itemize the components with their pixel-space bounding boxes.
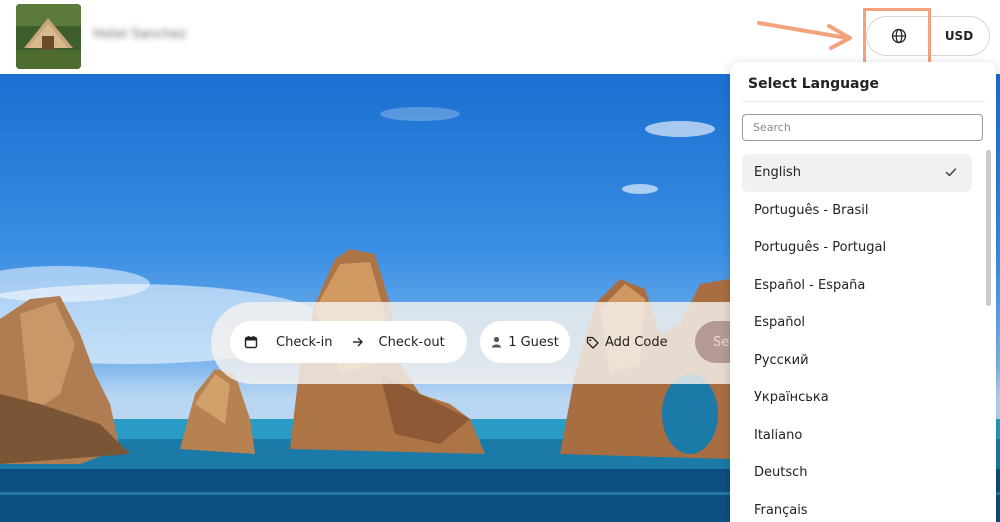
language-label: Italiano <box>754 427 803 443</box>
language-label: Українська <box>754 390 829 406</box>
language-option-italiano[interactable]: Italiano <box>742 417 972 455</box>
language-label: Русский <box>754 352 809 368</box>
language-dropdown: Select Language English Português - Bras… <box>730 62 996 522</box>
guests-label: 1 Guest <box>508 334 559 350</box>
annotation-arrow <box>757 21 852 50</box>
language-option-espanol[interactable]: Español <box>742 304 972 342</box>
language-option-espanol-espana[interactable]: Español - España <box>742 267 972 305</box>
annotation-highlight-box <box>863 8 931 65</box>
person-icon <box>492 336 502 348</box>
tent-image <box>16 4 81 69</box>
add-code-label: Add Code <box>605 334 668 350</box>
checkout-label[interactable]: Check-out <box>379 335 445 350</box>
hotel-logo[interactable] <box>16 4 81 69</box>
language-list: English Português - Brasil Português - P… <box>742 154 972 522</box>
tag-icon <box>586 336 599 349</box>
dropdown-title: Select Language <box>748 76 880 92</box>
language-label: Português - Brasil <box>754 202 869 218</box>
language-option-portugues-brasil[interactable]: Português - Brasil <box>742 192 972 230</box>
calendar-icon <box>244 336 258 349</box>
language-label: Español - España <box>754 277 866 293</box>
language-label: Français <box>754 502 808 518</box>
language-option-english[interactable]: English <box>742 154 972 192</box>
hotel-name[interactable]: Hotel Sanchez <box>93 27 186 42</box>
language-option-portugues-portugal[interactable]: Português - Portugal <box>742 229 972 267</box>
language-option-russian[interactable]: Русский <box>742 342 972 380</box>
language-label: Español <box>754 315 806 331</box>
checkin-label[interactable]: Check-in <box>276 335 333 350</box>
date-range-selector[interactable]: Check-in Check-out <box>230 321 467 363</box>
arrow-right-icon <box>352 337 363 347</box>
guest-selector[interactable]: 1 Guest <box>480 321 570 363</box>
language-search-input[interactable] <box>742 114 983 141</box>
dropdown-scrollbar[interactable] <box>986 150 991 306</box>
language-label: English <box>754 165 801 181</box>
language-option-francais[interactable]: Français <box>742 492 972 522</box>
language-label: Português - Portugal <box>754 240 887 256</box>
language-label: Deutsch <box>754 465 808 481</box>
language-option-deutsch[interactable]: Deutsch <box>742 454 972 492</box>
checkmark-icon <box>945 168 957 177</box>
add-code-button[interactable]: Add Code <box>586 321 668 363</box>
divider <box>742 101 985 102</box>
language-option-ukrainian[interactable]: Українська <box>742 379 972 417</box>
currency-button[interactable]: USD <box>928 16 990 56</box>
